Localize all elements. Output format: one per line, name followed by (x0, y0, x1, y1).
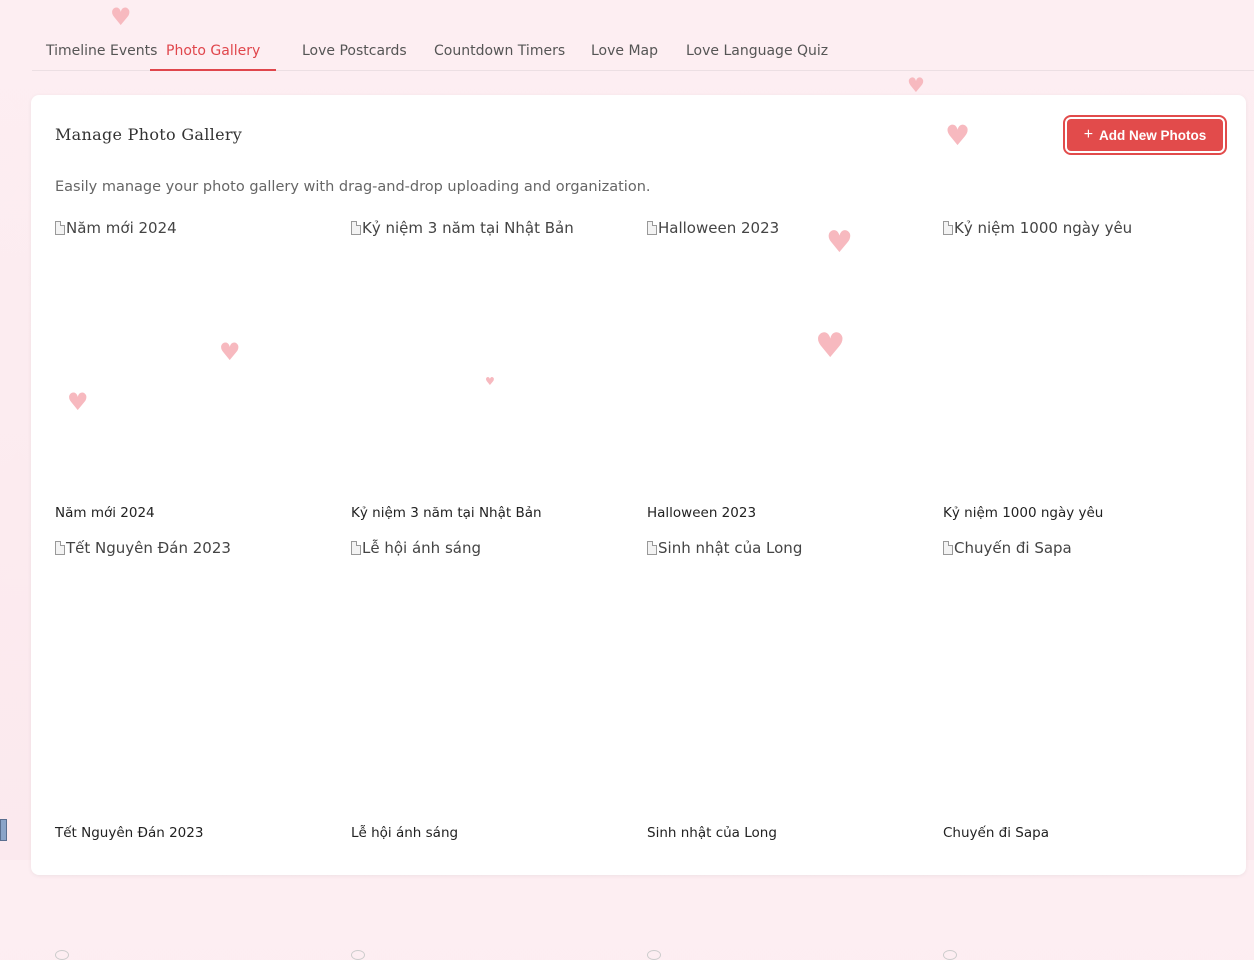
image-alt-text: Tết Nguyên Đán 2023 (66, 539, 231, 557)
broken-image-icon (943, 221, 953, 235)
photo-caption: Lễ hội ánh sáng (351, 825, 459, 841)
next-row-image-icon (647, 950, 661, 960)
tab-countdown-timers[interactable]: Countdown Timers (434, 30, 565, 70)
tab-bar: Timeline Events Photo Gallery Love Postc… (32, 30, 1254, 71)
image-alt-text: Kỷ niệm 1000 ngày yêu (954, 219, 1133, 237)
broken-image-icon (943, 541, 953, 555)
gallery-item[interactable]: Tết Nguyên Đán 2023 Tết Nguyên Đán 2023 (55, 539, 335, 859)
image-alt-text: Halloween 2023 (658, 219, 780, 237)
photo-image[interactable]: Kỷ niệm 3 năm tại Nhật Bản (351, 219, 574, 237)
image-alt-text: Lễ hội ánh sáng (362, 539, 481, 557)
photo-image[interactable]: Sinh nhật của Long (647, 539, 802, 557)
tab-label: Love Language Quiz (686, 43, 829, 59)
gallery-item[interactable]: Năm mới 2024 Năm mới 2024 (55, 219, 335, 539)
tab-timeline-events[interactable]: Timeline Events (46, 30, 157, 70)
broken-image-icon (647, 221, 657, 235)
add-new-photos-button[interactable]: + Add New Photos (1063, 115, 1227, 155)
broken-image-icon (55, 541, 65, 555)
photo-image[interactable]: Năm mới 2024 (55, 219, 177, 237)
image-alt-text: Sinh nhật của Long (658, 539, 803, 557)
tab-label: Love Postcards (302, 43, 407, 59)
heart-icon: ♥ (110, 3, 132, 31)
add-button-label: Add New Photos (1099, 127, 1207, 143)
photo-gallery-card: Manage Photo Gallery + Add New Photos Ea… (31, 95, 1246, 960)
photo-image[interactable]: Tết Nguyên Đán 2023 (55, 539, 231, 557)
card-subtitle: Easily manage your photo gallery with dr… (55, 179, 651, 195)
gallery-item[interactable]: Chuyến đi Sapa Chuyến đi Sapa (943, 539, 1223, 859)
tab-label: Love Map (591, 43, 659, 59)
tab-label: Timeline Events (46, 43, 158, 59)
side-handle[interactable] (0, 819, 7, 841)
broken-image-icon (351, 541, 361, 555)
photo-image[interactable]: Lễ hội ánh sáng (351, 539, 481, 557)
active-tab-indicator (150, 69, 277, 71)
next-row-image-icon (351, 950, 365, 960)
next-row-image-icon (943, 950, 957, 960)
plus-icon: + (1083, 126, 1094, 143)
gallery-item[interactable]: Kỷ niệm 3 năm tại Nhật Bản Kỷ niệm 3 năm… (351, 219, 631, 539)
photo-caption: Kỷ niệm 3 năm tại Nhật Bản (351, 505, 542, 521)
photo-caption: Sinh nhật của Long (647, 825, 777, 841)
photo-image[interactable]: Kỷ niệm 1000 ngày yêu (943, 219, 1132, 237)
photo-caption: Tết Nguyên Đán 2023 (55, 825, 204, 841)
image-alt-text: Năm mới 2024 (66, 219, 177, 237)
image-alt-text: Chuyến đi Sapa (954, 539, 1072, 557)
photo-caption: Chuyến đi Sapa (943, 825, 1049, 841)
tab-label: Photo Gallery (166, 43, 261, 59)
tab-love-language-quiz[interactable]: Love Language Quiz (686, 30, 828, 70)
photo-image[interactable]: Halloween 2023 (647, 219, 779, 237)
broken-image-icon (55, 221, 65, 235)
broken-image-icon (351, 221, 361, 235)
tab-label: Countdown Timers (434, 43, 566, 59)
broken-image-icon (647, 541, 657, 555)
image-alt-text: Kỷ niệm 3 năm tại Nhật Bản (362, 219, 574, 237)
gallery-item[interactable]: Lễ hội ánh sáng Lễ hội ánh sáng (351, 539, 631, 859)
gallery-item[interactable]: Halloween 2023 Halloween 2023 (647, 219, 927, 539)
gallery-item[interactable]: Sinh nhật của Long Sinh nhật của Long (647, 539, 927, 859)
heart-icon: ♥ (907, 73, 925, 97)
tab-love-map[interactable]: Love Map (591, 30, 658, 70)
gallery-item[interactable]: Kỷ niệm 1000 ngày yêu Kỷ niệm 1000 ngày … (943, 219, 1223, 539)
photo-image[interactable]: Chuyến đi Sapa (943, 539, 1072, 557)
photo-caption: Kỷ niệm 1000 ngày yêu (943, 505, 1104, 521)
photo-caption: Năm mới 2024 (55, 505, 155, 521)
tab-photo-gallery[interactable]: Photo Gallery (150, 30, 277, 71)
next-row-image-icon (55, 950, 69, 960)
card-title: Manage Photo Gallery (55, 125, 243, 144)
tab-love-postcards[interactable]: Love Postcards (302, 30, 407, 70)
photo-caption: Halloween 2023 (647, 505, 757, 521)
